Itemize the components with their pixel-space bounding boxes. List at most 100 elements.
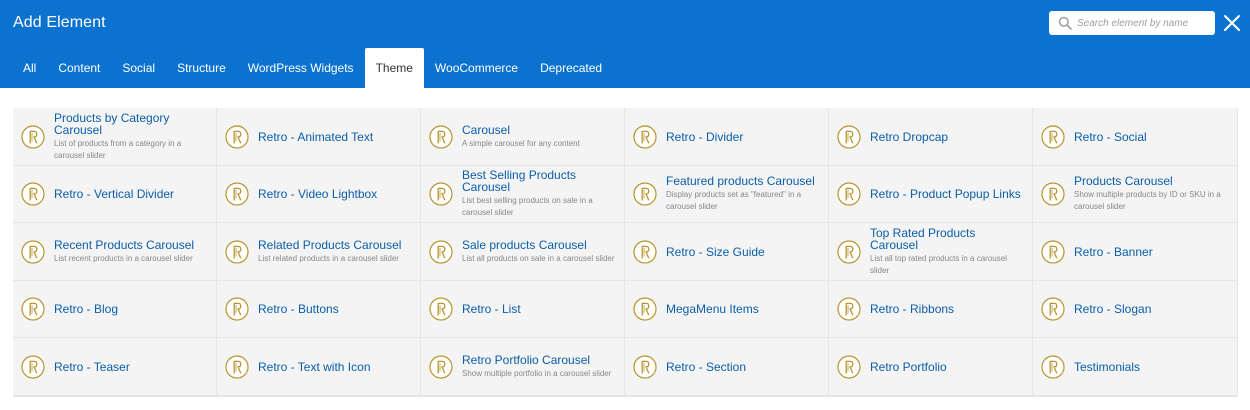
element-tile[interactable]: Products Carousel Show multiple products … xyxy=(1033,166,1237,222)
element-tile[interactable]: Recent Products Carousel List recent prod… xyxy=(13,223,216,280)
element-tile[interactable]: Testimonials xyxy=(1033,338,1237,395)
tab-all[interactable]: All xyxy=(13,48,47,88)
element-tile[interactable]: Retro - Social xyxy=(1033,108,1237,165)
element-tile[interactable]: Retro - Slogan xyxy=(1033,281,1237,337)
element-name: Retro - Section xyxy=(666,359,747,374)
element-name: Retro - Ribbons xyxy=(870,302,955,316)
add-element-modal: Add Element AllContentSocialStructureWor… xyxy=(0,0,1250,410)
element-tile[interactable]: Retro Portfolio Carousel Show multiple po… xyxy=(421,338,624,395)
retro-logo-icon xyxy=(633,239,657,264)
tab-deprecated[interactable]: Deprecated xyxy=(529,48,613,88)
retro-logo-icon xyxy=(633,354,657,379)
element-name: Retro Portfolio xyxy=(870,359,947,374)
element-text: Carousel A simple carousel for any conten… xyxy=(462,124,618,150)
element-name: Retro Portfolio Carousel xyxy=(462,352,591,367)
retro-logo-icon xyxy=(837,239,861,264)
element-name: Best Selling Products Carousel xyxy=(462,168,577,194)
element-text: Retro - Blog xyxy=(54,303,210,315)
element-text: Products Carousel Show multiple products … xyxy=(1074,175,1231,213)
tab-theme[interactable]: Theme xyxy=(364,48,424,88)
retro-logo-icon xyxy=(633,182,657,206)
modal-header: Add Element AllContentSocialStructureWor… xyxy=(0,0,1250,88)
tab-social[interactable]: Social xyxy=(111,48,166,88)
search-input[interactable] xyxy=(1077,17,1215,29)
close-icon[interactable] xyxy=(1221,12,1243,34)
element-description: Show multiple products by ID or SKU in a… xyxy=(1074,190,1221,211)
element-tile[interactable]: Retro Portfolio xyxy=(829,338,1032,395)
element-name: Products Carousel xyxy=(1074,174,1173,188)
element-name: Top Rated Products Carousel xyxy=(870,225,976,252)
element-text: Retro Portfolio Carousel Show multiple po… xyxy=(462,354,618,380)
element-description: List related products in a carousel slid… xyxy=(258,253,399,263)
element-tile[interactable]: Retro - Animated Text xyxy=(217,108,420,165)
element-tile[interactable]: Retro - Ribbons xyxy=(829,281,1032,337)
element-tile[interactable]: Products by Category Carousel List of pro… xyxy=(13,108,216,165)
element-tile[interactable]: Retro - Teaser xyxy=(13,338,216,395)
retro-logo-icon xyxy=(429,239,453,264)
element-tile[interactable]: Retro - Product Popup Links xyxy=(829,166,1032,222)
retro-logo-icon xyxy=(1041,182,1065,206)
element-name: Recent Products Carousel xyxy=(54,237,195,252)
element-tile[interactable]: Retro - List xyxy=(421,281,624,337)
element-tile[interactable]: Retro - Text with Icon xyxy=(217,338,420,395)
tab-woocommerce[interactable]: WooCommerce xyxy=(424,48,529,88)
element-description: List best selling products on sale in a … xyxy=(462,196,593,217)
element-tile[interactable]: Featured products Carousel Display produc… xyxy=(625,166,828,222)
element-tile[interactable]: Related Products Carousel List related pr… xyxy=(217,223,420,280)
element-text: Retro - Teaser xyxy=(54,361,210,373)
category-tabs: All Content Social Structure WordPress Widge… xyxy=(13,48,613,88)
element-name: MegaMenu Items xyxy=(666,302,759,316)
element-text: Testimonials xyxy=(1074,361,1231,373)
element-grid: Products by Category Carousel List of pro… xyxy=(13,108,1238,397)
element-text: Retro - Product Popup Links xyxy=(870,188,1026,200)
element-text: Related Products Carousel List related pr… xyxy=(258,239,414,265)
element-description: Show multiple portfolio in a carousel sl… xyxy=(462,368,612,378)
element-tile[interactable]: Retro - Video Lightbox xyxy=(217,166,420,222)
element-text: Retro - Text with Icon xyxy=(258,361,414,373)
retro-logo-icon xyxy=(225,124,249,149)
element-text: Retro - Banner xyxy=(1074,246,1231,258)
element-tile[interactable]: Retro - Section xyxy=(625,338,828,395)
modal-title: Add Element xyxy=(13,14,106,31)
element-name: Retro - Teaser xyxy=(54,359,130,374)
tab-structure[interactable]: Structure xyxy=(166,48,237,88)
element-tile[interactable]: Sale products Carousel List all products … xyxy=(421,223,624,280)
element-tile[interactable]: Retro - Banner xyxy=(1033,223,1237,280)
search-box[interactable] xyxy=(1049,11,1215,35)
retro-logo-icon xyxy=(429,182,453,206)
retro-logo-icon xyxy=(21,182,45,206)
tab-wordpress-widgets[interactable]: WordPress Widgets xyxy=(237,48,365,88)
element-description: List recent products in a carousel slide… xyxy=(54,253,193,263)
element-tile[interactable]: MegaMenu Items xyxy=(625,281,828,337)
retro-logo-icon xyxy=(633,124,657,149)
element-tile[interactable]: Retro - Blog xyxy=(13,281,216,337)
element-tile[interactable]: Retro - Size Guide xyxy=(625,223,828,280)
element-text: Retro - Size Guide xyxy=(666,246,822,258)
retro-logo-icon xyxy=(837,182,861,206)
retro-logo-icon xyxy=(633,297,657,321)
element-description: List all products on sale in a carousel … xyxy=(462,253,615,263)
element-name: Featured products Carousel xyxy=(666,174,815,188)
retro-logo-icon xyxy=(1041,239,1065,264)
element-tile[interactable]: Best Selling Products Carousel List best … xyxy=(421,166,624,222)
retro-logo-icon xyxy=(225,239,249,264)
element-name: Retro - Animated Text xyxy=(258,129,374,144)
element-tile[interactable]: Top Rated Products Carousel List all top … xyxy=(829,223,1032,280)
element-description: Display products set as "featured" in a … xyxy=(666,190,802,211)
retro-logo-icon xyxy=(429,354,453,379)
element-tile[interactable]: Retro - Vertical Divider xyxy=(13,166,216,222)
element-tile[interactable]: Carousel A simple carousel for any conten… xyxy=(421,108,624,165)
element-text: Retro - Animated Text xyxy=(258,131,414,143)
element-name: Retro - Vertical Divider xyxy=(54,187,175,201)
element-tile[interactable]: Retro - Buttons xyxy=(217,281,420,337)
element-name: Testimonials xyxy=(1074,359,1141,374)
element-tile[interactable]: Retro Dropcap xyxy=(829,108,1032,165)
element-name: Retro - Buttons xyxy=(258,302,339,316)
tab-content[interactable]: Content xyxy=(47,48,111,88)
retro-logo-icon xyxy=(429,124,453,149)
element-text: MegaMenu Items xyxy=(666,303,822,315)
element-tile[interactable]: Retro - Divider xyxy=(625,108,828,165)
element-text: Retro - Social xyxy=(1074,131,1231,143)
element-name: Retro - Social xyxy=(1074,129,1147,144)
retro-logo-icon xyxy=(1041,297,1065,321)
